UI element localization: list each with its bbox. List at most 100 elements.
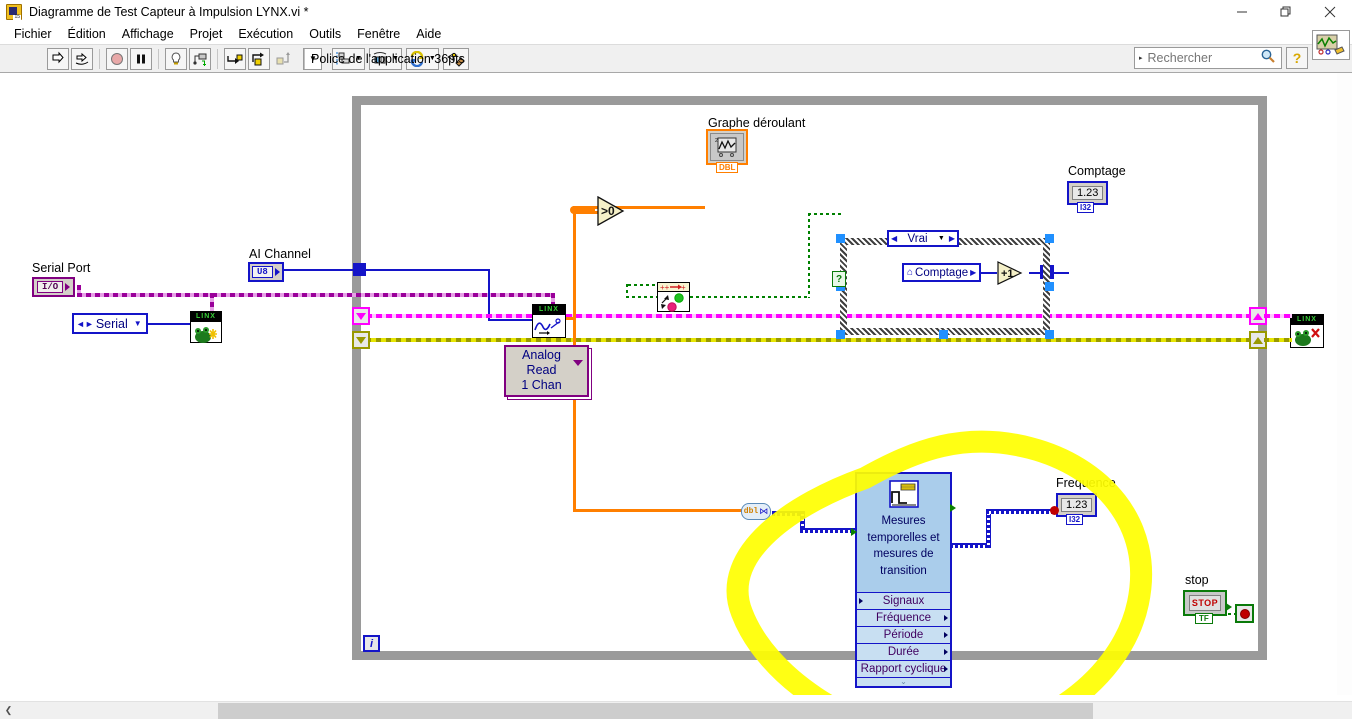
express-term-frequence[interactable]: Fréquence — [857, 609, 950, 626]
shift-register-error-left[interactable] — [352, 331, 370, 349]
iteration-terminal[interactable]: i — [363, 635, 380, 652]
scroll-left-arrow-icon[interactable]: ❮ — [0, 702, 17, 719]
case-selector-value: Vrai — [907, 232, 928, 245]
maximize-restore-button[interactable] — [1264, 0, 1308, 24]
chevron-down-icon[interactable]: ▼ — [128, 319, 146, 328]
serial-port-type: I/O — [37, 281, 64, 293]
express-vi-error-in-arrow-icon — [851, 528, 857, 536]
step-into-icon[interactable] — [224, 47, 246, 70]
menu-outils[interactable]: Outils — [301, 25, 349, 43]
enum-increment-icon[interactable]: ◄► — [74, 319, 96, 329]
stop-button-text: STOP — [1191, 598, 1219, 608]
express-vi-expand-handle[interactable]: ⌄ — [857, 677, 950, 686]
wire-dbl-to-express-h2 — [800, 528, 856, 533]
local-variable-comptage[interactable]: ⌂ Comptage ▶ — [902, 263, 982, 282]
search-magnifier-icon[interactable] — [1258, 48, 1281, 69]
express-vi-title: Mesures temporelles et mesures de transi… — [867, 515, 940, 577]
chevron-down-icon[interactable]: ▼ — [936, 235, 947, 242]
menu-fichier[interactable]: Fichier — [6, 25, 60, 43]
dbl-label: dbl — [743, 507, 759, 516]
express-vi-pulse-measurements[interactable]: Mesures temporelles et mesures de transi… — [851, 472, 956, 688]
vi-snippet-icon[interactable] — [1312, 30, 1350, 60]
selection-handle[interactable] — [1045, 330, 1054, 339]
graph-indicator-terminal[interactable]: 2 DBL — [706, 129, 748, 173]
font-selector[interactable]: Police de l'application 36pts ▼ — [303, 47, 465, 70]
comptage-type-label: I32 — [1077, 202, 1095, 213]
menu-execution[interactable]: Exécution — [230, 25, 301, 43]
transition-node-header: ++ + — [658, 283, 689, 292]
vertical-scrollbar[interactable] — [1337, 73, 1352, 695]
search-dropdown-caret-icon[interactable]: ▸ — [1135, 54, 1146, 62]
run-continuously-icon[interactable] — [71, 47, 93, 70]
step-out-icon[interactable] — [272, 48, 294, 70]
highlight-execution-lightbulb-icon[interactable] — [165, 47, 187, 70]
case-structure[interactable]: ◀ Vrai ▼ ▶ ? ⌂ Comptage ▶ +1 — [832, 230, 1054, 339]
help-button[interactable]: ? — [1286, 47, 1308, 69]
stop-sign-glyph-icon — [1239, 608, 1250, 619]
step-over-icon[interactable] — [248, 47, 270, 70]
express-term-rapport-cyclique[interactable]: Rapport cyclique — [857, 660, 950, 677]
run-group — [46, 47, 94, 71]
output-arrow-icon — [944, 632, 948, 638]
shift-register-linx-ref-left[interactable] — [352, 307, 370, 325]
search-box[interactable]: ▸ — [1134, 47, 1282, 69]
menu-affichage[interactable]: Affichage — [114, 25, 182, 43]
stop-button-face[interactable]: STOP — [1189, 595, 1221, 611]
express-term-label: Signaux — [882, 595, 925, 607]
case-next-arrow-icon[interactable]: ▶ — [947, 234, 957, 243]
chevron-down-icon[interactable] — [573, 360, 583, 366]
selection-handle[interactable] — [1045, 282, 1054, 291]
close-button[interactable] — [1308, 0, 1352, 24]
selection-handle[interactable] — [836, 330, 845, 339]
wire-gt0-to-transition — [626, 296, 660, 298]
case-selector-label[interactable]: ◀ Vrai ▼ ▶ — [887, 230, 959, 247]
serial-enum-control[interactable]: ◄► Serial ▼ — [72, 313, 148, 334]
stop-boolean-control[interactable]: STOP TF — [1183, 590, 1232, 624]
selection-handle[interactable] — [836, 234, 845, 243]
frequence-indicator[interactable]: 1.23 I32 — [1056, 493, 1098, 525]
selection-handle[interactable] — [1045, 234, 1054, 243]
minimize-button[interactable] — [1220, 0, 1264, 24]
search-input[interactable] — [1145, 50, 1258, 66]
font-selector-label: Police de l'application 36pts — [311, 51, 465, 66]
express-term-signaux[interactable]: Signaux — [857, 592, 950, 609]
wire-linx-ref-to-close — [1264, 314, 1292, 318]
analog-read-poly-selector[interactable]: Analog Read 1 Chan — [504, 345, 589, 397]
linx-open-node[interactable]: LINX — [190, 311, 222, 343]
block-diagram-canvas[interactable]: Serial Port I/O ◄► Serial ▼ LINX AI Chan… — [0, 73, 1352, 695]
linx-analog-read-node[interactable]: LINX — [532, 304, 566, 338]
horizontal-scrollbar-thumb[interactable] — [218, 703, 1093, 719]
express-term-periode[interactable]: Période — [857, 626, 950, 643]
loop-conditional-terminal[interactable] — [1235, 604, 1254, 623]
linx-close-node[interactable]: LINX — [1290, 314, 1324, 348]
menu-fenetre[interactable]: Fenêtre — [349, 25, 408, 43]
menu-projet[interactable]: Projet — [182, 25, 231, 43]
retain-wire-values-icon[interactable] — [189, 47, 211, 70]
increment-node[interactable]: +1 — [997, 261, 1027, 290]
local-variable-arrow-icon[interactable]: ▶ — [970, 268, 976, 277]
case-prev-arrow-icon[interactable]: ◀ — [889, 234, 899, 243]
horizontal-scrollbar[interactable]: ❮ — [0, 701, 1352, 719]
selection-handle[interactable] — [939, 330, 948, 339]
abort-execution-icon[interactable] — [106, 47, 128, 70]
ai-channel-type: U8 — [252, 266, 273, 278]
svg-text:+: + — [681, 283, 686, 291]
serial-port-terminal[interactable]: I/O — [32, 277, 76, 297]
tunnel-ai-channel[interactable] — [353, 263, 366, 276]
menu-aide[interactable]: Aide — [408, 25, 449, 43]
express-term-duree[interactable]: Durée — [857, 643, 950, 660]
greater-than-zero-node[interactable]: >0 — [597, 195, 631, 231]
run-arrow-icon[interactable] — [47, 47, 69, 70]
comptage-indicator[interactable]: 1.23 I32 — [1067, 181, 1109, 213]
svg-text:++: ++ — [660, 283, 670, 291]
ai-channel-terminal[interactable]: U8 — [248, 262, 284, 282]
stop-output-arrow-icon — [1226, 603, 1232, 611]
abort-group — [105, 47, 153, 71]
dynamic-data-icon: ⋈ — [759, 506, 769, 516]
menu-edition[interactable]: Édition — [60, 25, 114, 43]
while-loop-structure[interactable] — [352, 96, 1267, 660]
boolean-crossing-detect-node[interactable]: ++ + — [657, 282, 690, 312]
convert-to-dynamic-data-node[interactable]: dbl ⋈ — [741, 503, 771, 520]
case-selector-terminal[interactable]: ? — [832, 271, 846, 287]
pause-icon[interactable] — [130, 47, 152, 70]
